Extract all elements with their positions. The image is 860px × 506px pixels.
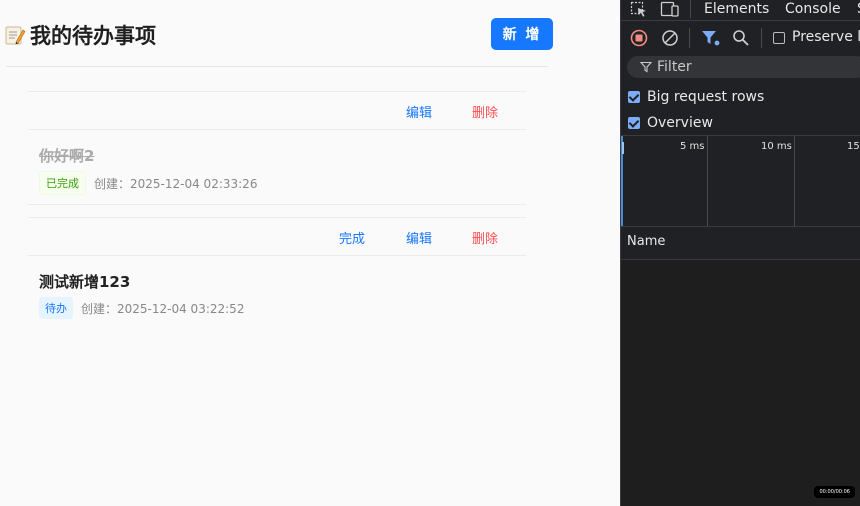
overview-label: Overview (647, 115, 713, 131)
status-badge: 待办 (39, 297, 73, 319)
tab-divider (690, 0, 691, 18)
delete-button[interactable]: 删除 (472, 228, 498, 247)
filter-input[interactable]: Filter (627, 56, 860, 78)
timeline-gridline (707, 136, 708, 226)
timeline-gridline (794, 136, 795, 226)
todo-meta: 待办 创建：2025-12-04 03:22:52 (39, 297, 244, 319)
status-badge: 已完成 (39, 171, 86, 195)
tab-elements[interactable]: Elements (704, 1, 769, 17)
page-title: 我的待办事项 (4, 20, 156, 50)
network-overview-timeline[interactable]: 5 ms 10 ms 15 (621, 135, 860, 227)
card-body: 测试新增123 待办 创建：2025-12-04 03:22:52 (28, 256, 526, 330)
edit-button[interactable]: 编辑 (406, 228, 432, 247)
complete-button[interactable]: 完成 (339, 228, 365, 247)
created-time: 创建：2025-12-04 02:33:26 (94, 176, 258, 191)
preserve-log-label: Preserve lo (792, 29, 860, 45)
filter-placeholder: Filter (657, 59, 692, 75)
preserve-log-checkbox[interactable] (773, 32, 785, 44)
edit-button[interactable]: 编辑 (406, 102, 432, 121)
big-request-rows-option[interactable]: Big request rows (628, 89, 764, 105)
memo-icon (5, 26, 26, 45)
todo-title: 测试新增123 (39, 273, 131, 291)
checkbox-icon[interactable] (628, 91, 640, 103)
timeline-label: 5 ms (680, 141, 705, 152)
card-actions: 编辑 删除 (28, 92, 526, 130)
todo-meta: 已完成 创建：2025-12-04 02:33:26 (39, 171, 257, 195)
network-toolbar: Preserve lo (621, 22, 860, 54)
devtools-panel: Elements Console S Preserve lo Filter (620, 0, 860, 506)
search-icon[interactable] (732, 29, 750, 47)
todo-title: 你好啊2 (39, 147, 95, 165)
todo-card: 编辑 删除 你好啊2 已完成 创建：2025-12-04 02:33:26 (28, 91, 526, 205)
big-request-rows-label: Big request rows (647, 89, 765, 105)
overview-option[interactable]: Overview (628, 115, 713, 131)
select-element-icon[interactable] (630, 1, 648, 18)
checkbox-icon[interactable] (628, 117, 640, 129)
delete-button[interactable]: 删除 (472, 102, 498, 121)
app-header: 我的待办事项 新 增 (0, 0, 560, 66)
filter-icon (640, 61, 652, 73)
add-button[interactable]: 新 增 (491, 18, 553, 50)
timeline-label: 10 ms (761, 141, 792, 152)
toolbar-divider (761, 28, 762, 48)
name-column-label: Name (627, 234, 666, 249)
record-stop-icon[interactable] (630, 29, 648, 47)
clear-icon[interactable] (661, 29, 679, 47)
timeline-label: 15 (847, 141, 860, 152)
created-time: 创建：2025-12-04 03:22:52 (81, 301, 245, 316)
todo-card: 完成 编辑 删除 测试新增123 待办 创建：2025-12-04 03:22:… (28, 217, 526, 330)
page-title-text: 我的待办事项 (30, 24, 156, 48)
timeline-handle[interactable] (622, 142, 624, 154)
time-pill: 00:00/00:06 (814, 486, 855, 498)
card-body: 你好啊2 已完成 创建：2025-12-04 02:33:26 (28, 130, 526, 204)
filter-icon[interactable] (701, 29, 721, 47)
card-actions: 完成 编辑 删除 (28, 218, 526, 256)
devtools-tabs: Elements Console S (621, 0, 860, 21)
device-toolbar-icon[interactable] (660, 1, 680, 18)
tab-console[interactable]: Console (785, 1, 841, 17)
request-list: 00:00/00:06 (621, 260, 860, 506)
header-divider (6, 66, 548, 67)
todo-app: 我的待办事项 新 增 编辑 删除 你好啊2 已完成 创建：2025-12-04 … (0, 0, 620, 506)
name-column-header[interactable]: Name (621, 225, 860, 260)
toolbar-divider (689, 28, 690, 48)
